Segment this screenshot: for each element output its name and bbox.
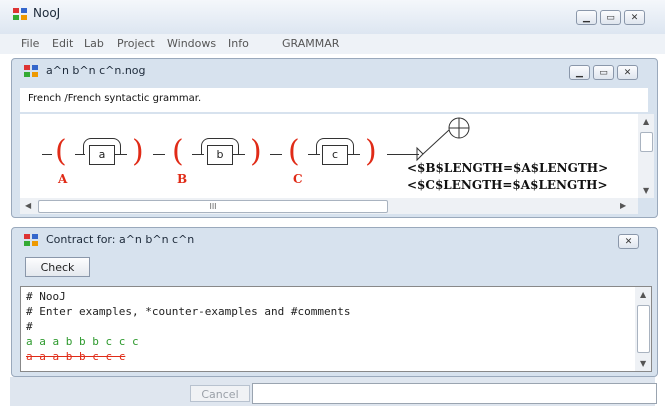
contract-window-title: Contract for: a^n b^n c^n: [46, 233, 195, 246]
scroll-thumb[interactable]: III: [38, 200, 388, 213]
menu-file[interactable]: File: [21, 37, 39, 50]
menu-lab[interactable]: Lab: [84, 37, 104, 50]
close-paren-a: ): [132, 134, 144, 169]
check-button[interactable]: Check: [25, 257, 90, 277]
graph-edge: [233, 154, 245, 155]
graph-edge: [308, 154, 320, 155]
menu-project[interactable]: Project: [117, 37, 155, 50]
status-field: [252, 383, 657, 404]
contract-window-controls: ✕: [618, 234, 639, 249]
open-paren-b: (: [172, 134, 184, 169]
contract-editor[interactable]: # NooJ # Enter examples, *counter-exampl…: [20, 286, 652, 372]
graph-edge: [348, 154, 360, 155]
maximize-button[interactable]: ▭: [600, 10, 621, 25]
graph-edge: [42, 154, 52, 155]
menu-grammar[interactable]: GRAMMAR: [282, 37, 339, 50]
constraint-b-length: <$B$LENGTH=$A$LENGTH>: [407, 161, 609, 175]
menu-windows[interactable]: Windows: [167, 37, 216, 50]
editor-vertical-scrollbar[interactable]: ▲ ▼: [635, 287, 651, 371]
scroll-up-arrow-icon[interactable]: ▲: [640, 290, 646, 299]
graph-edge: [153, 154, 165, 155]
cancel-button[interactable]: Cancel: [190, 385, 250, 402]
close-paren-c: ): [365, 134, 377, 169]
graph-edge: [115, 154, 127, 155]
scroll-down-arrow-icon[interactable]: ▼: [643, 186, 649, 195]
contract-line: # NooJ: [26, 290, 66, 303]
graph-edge: [192, 154, 204, 155]
terminal-node-icon: [416, 117, 470, 162]
open-paren-a: (: [55, 134, 67, 169]
contract-line: a a a b b c c c: [26, 350, 126, 363]
scroll-up-arrow-icon[interactable]: ▲: [643, 117, 649, 126]
contract-line: #: [26, 320, 33, 333]
graph-edge: [75, 154, 85, 155]
scroll-thumb[interactable]: [640, 132, 653, 152]
grammar-window-title: a^n b^n c^n.nog: [46, 64, 146, 77]
variable-label-b: B: [177, 172, 188, 186]
open-paren-c: (: [288, 134, 300, 169]
scroll-left-arrow-icon[interactable]: ◀: [25, 201, 31, 210]
menu-edit[interactable]: Edit: [52, 37, 73, 50]
nooj-grid-icon: [24, 65, 38, 77]
menu-info[interactable]: Info: [228, 37, 249, 50]
app-title-bar: [0, 0, 665, 34]
grammar-graph-canvas[interactable]: ( a ) A ( b ) B ( c ) C <$B$LENGTH=$A$LE…: [20, 114, 638, 198]
minimize-button[interactable]: ▁: [576, 10, 597, 25]
maximize-button[interactable]: ▭: [593, 65, 614, 80]
graph-node-a[interactable]: a: [89, 145, 115, 165]
variable-label-c: C: [293, 172, 303, 186]
nooj-grid-icon: [13, 8, 27, 20]
grammar-description: French /French syntactic grammar.: [28, 93, 202, 104]
constraint-c-length: <$C$LENGTH=$A$LENGTH>: [407, 178, 608, 192]
nooj-grid-icon: [24, 234, 38, 246]
close-button[interactable]: ✕: [624, 10, 645, 25]
scroll-down-arrow-icon[interactable]: ▼: [640, 359, 646, 368]
variable-label-a: A: [58, 172, 68, 186]
close-paren-b: ): [250, 134, 262, 169]
close-button[interactable]: ✕: [617, 65, 638, 80]
app-title: NooJ: [33, 6, 61, 20]
minimize-button[interactable]: ▁: [569, 65, 590, 80]
graph-node-b[interactable]: b: [207, 145, 233, 165]
contract-line: a a a b b b c c c: [26, 335, 139, 348]
graph-node-c[interactable]: c: [322, 145, 348, 165]
contract-line: # Enter examples, *counter-examples and …: [26, 305, 351, 318]
menu-bar: File Edit Lab Project Windows Info GRAMM…: [0, 34, 665, 54]
grammar-window-controls: ▁ ▭ ✕: [569, 65, 638, 80]
app-window-controls: ▁ ▭ ✕: [576, 10, 645, 25]
graph-edge: [270, 154, 282, 155]
scroll-thumb[interactable]: [637, 305, 650, 353]
close-button[interactable]: ✕: [618, 234, 639, 249]
grammar-vertical-scrollbar[interactable]: ▲ ▼: [638, 114, 654, 198]
grammar-horizontal-scrollbar[interactable]: ◀ III ▶: [20, 198, 638, 214]
scroll-right-arrow-icon[interactable]: ▶: [620, 201, 626, 210]
